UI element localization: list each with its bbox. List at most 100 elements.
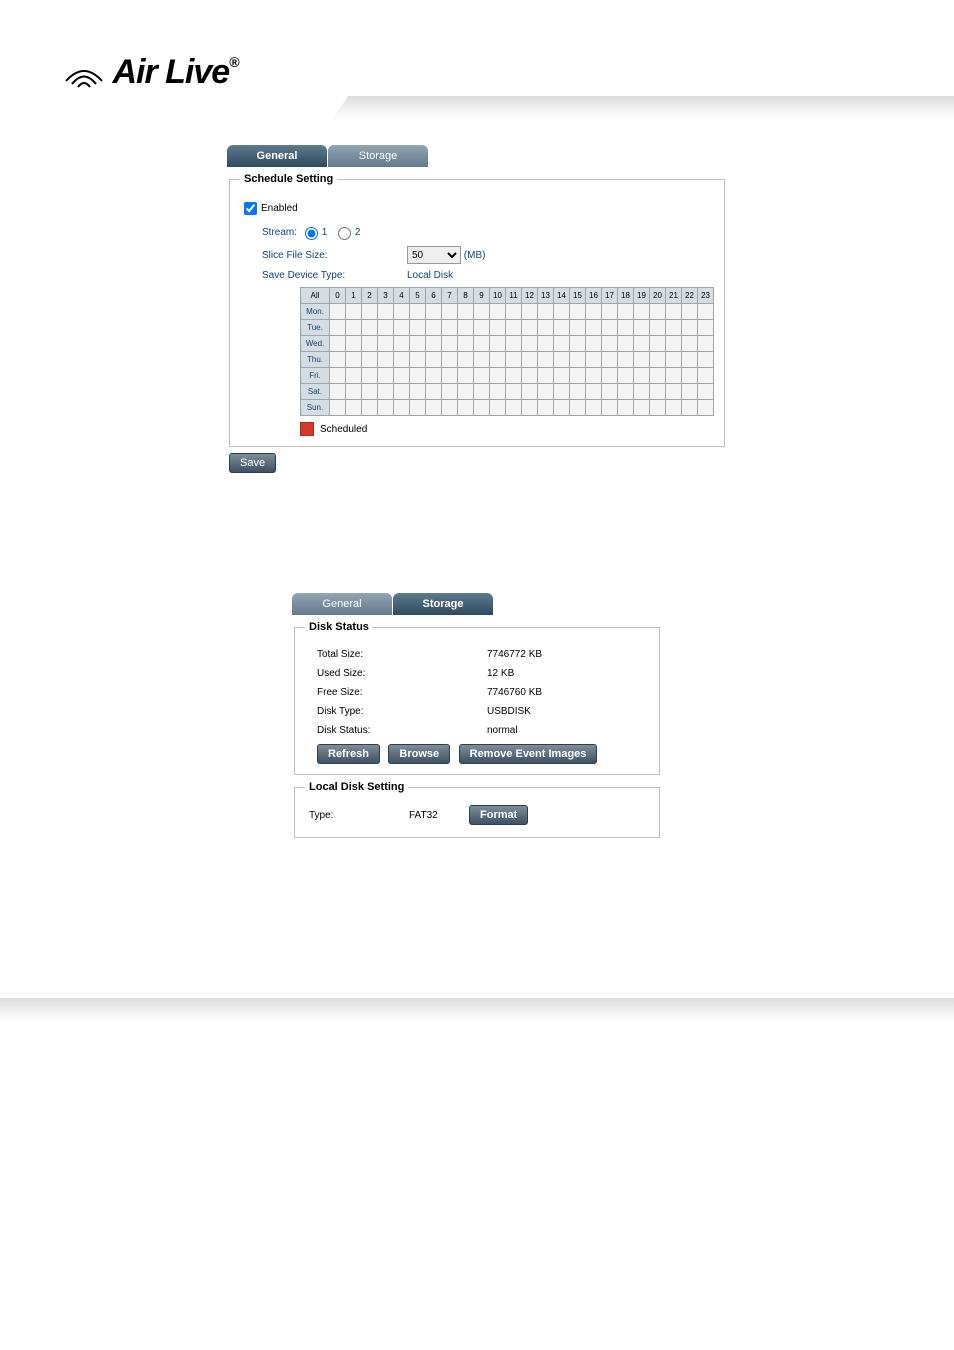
schedule-header-19[interactable]: 19 — [634, 288, 650, 304]
schedule-header-20[interactable]: 20 — [650, 288, 666, 304]
schedule-header-18[interactable]: 18 — [618, 288, 634, 304]
schedule-cell[interactable] — [554, 304, 570, 320]
schedule-cell[interactable] — [522, 400, 538, 416]
schedule-cell[interactable] — [634, 304, 650, 320]
schedule-cell[interactable] — [330, 336, 346, 352]
schedule-cell[interactable] — [346, 336, 362, 352]
schedule-cell[interactable] — [426, 336, 442, 352]
schedule-header-21[interactable]: 21 — [666, 288, 682, 304]
schedule-cell[interactable] — [490, 336, 506, 352]
schedule-cell[interactable] — [538, 384, 554, 400]
schedule-day-mon[interactable]: Mon. — [301, 304, 330, 320]
schedule-cell[interactable] — [362, 352, 378, 368]
schedule-cell[interactable] — [330, 384, 346, 400]
schedule-cell[interactable] — [330, 320, 346, 336]
schedule-cell[interactable] — [602, 336, 618, 352]
schedule-cell[interactable] — [538, 320, 554, 336]
format-button[interactable]: Format — [469, 805, 528, 825]
schedule-cell[interactable] — [554, 320, 570, 336]
schedule-cell[interactable] — [634, 336, 650, 352]
schedule-cell[interactable] — [362, 304, 378, 320]
schedule-cell[interactable] — [362, 320, 378, 336]
schedule-cell[interactable] — [618, 320, 634, 336]
schedule-header-22[interactable]: 22 — [682, 288, 698, 304]
schedule-cell[interactable] — [586, 384, 602, 400]
schedule-cell[interactable] — [634, 320, 650, 336]
refresh-button[interactable]: Refresh — [317, 744, 380, 764]
schedule-header-15[interactable]: 15 — [570, 288, 586, 304]
schedule-cell[interactable] — [618, 352, 634, 368]
schedule-cell[interactable] — [426, 368, 442, 384]
schedule-cell[interactable] — [490, 320, 506, 336]
schedule-header-17[interactable]: 17 — [602, 288, 618, 304]
schedule-cell[interactable] — [538, 336, 554, 352]
tab-storage-2[interactable]: Storage — [393, 593, 493, 615]
schedule-header-13[interactable]: 13 — [538, 288, 554, 304]
schedule-header-10[interactable]: 10 — [490, 288, 506, 304]
schedule-cell[interactable] — [650, 320, 666, 336]
schedule-cell[interactable] — [602, 400, 618, 416]
schedule-cell[interactable] — [442, 368, 458, 384]
schedule-cell[interactable] — [506, 352, 522, 368]
schedule-cell[interactable] — [474, 400, 490, 416]
schedule-cell[interactable] — [378, 400, 394, 416]
schedule-cell[interactable] — [682, 336, 698, 352]
schedule-header-23[interactable]: 23 — [698, 288, 714, 304]
schedule-cell[interactable] — [426, 320, 442, 336]
schedule-cell[interactable] — [618, 384, 634, 400]
schedule-cell[interactable] — [410, 384, 426, 400]
schedule-cell[interactable] — [442, 400, 458, 416]
schedule-cell[interactable] — [330, 352, 346, 368]
schedule-cell[interactable] — [458, 352, 474, 368]
schedule-cell[interactable] — [490, 352, 506, 368]
schedule-cell[interactable] — [698, 352, 714, 368]
schedule-cell[interactable] — [522, 320, 538, 336]
schedule-cell[interactable] — [554, 336, 570, 352]
schedule-cell[interactable] — [458, 320, 474, 336]
schedule-cell[interactable] — [666, 400, 682, 416]
schedule-cell[interactable] — [490, 368, 506, 384]
schedule-cell[interactable] — [682, 368, 698, 384]
schedule-cell[interactable] — [506, 384, 522, 400]
schedule-cell[interactable] — [458, 384, 474, 400]
schedule-cell[interactable] — [554, 400, 570, 416]
schedule-header-12[interactable]: 12 — [522, 288, 538, 304]
schedule-cell[interactable] — [650, 304, 666, 320]
schedule-cell[interactable] — [586, 336, 602, 352]
schedule-cell[interactable] — [426, 400, 442, 416]
schedule-cell[interactable] — [378, 384, 394, 400]
schedule-cell[interactable] — [570, 320, 586, 336]
schedule-cell[interactable] — [602, 352, 618, 368]
schedule-cell[interactable] — [410, 368, 426, 384]
save-button[interactable]: Save — [229, 453, 276, 473]
schedule-cell[interactable] — [618, 304, 634, 320]
schedule-cell[interactable] — [506, 320, 522, 336]
schedule-header-14[interactable]: 14 — [554, 288, 570, 304]
schedule-cell[interactable] — [362, 400, 378, 416]
schedule-header-0[interactable]: 0 — [330, 288, 346, 304]
schedule-cell[interactable] — [410, 352, 426, 368]
schedule-cell[interactable] — [378, 336, 394, 352]
schedule-cell[interactable] — [522, 352, 538, 368]
schedule-cell[interactable] — [394, 352, 410, 368]
schedule-cell[interactable] — [330, 368, 346, 384]
schedule-cell[interactable] — [650, 368, 666, 384]
schedule-cell[interactable] — [394, 400, 410, 416]
tab-storage[interactable]: Storage — [328, 145, 428, 167]
tab-general-2[interactable]: General — [292, 593, 392, 615]
schedule-cell[interactable] — [394, 320, 410, 336]
schedule-cell[interactable] — [602, 304, 618, 320]
schedule-cell[interactable] — [666, 304, 682, 320]
schedule-cell[interactable] — [410, 400, 426, 416]
schedule-cell[interactable] — [538, 304, 554, 320]
schedule-cell[interactable] — [618, 336, 634, 352]
schedule-cell[interactable] — [666, 352, 682, 368]
schedule-cell[interactable] — [602, 384, 618, 400]
schedule-cell[interactable] — [442, 384, 458, 400]
schedule-cell[interactable] — [346, 352, 362, 368]
schedule-cell[interactable] — [602, 320, 618, 336]
schedule-header-4[interactable]: 4 — [394, 288, 410, 304]
schedule-cell[interactable] — [426, 384, 442, 400]
schedule-cell[interactable] — [522, 304, 538, 320]
schedule-cell[interactable] — [522, 368, 538, 384]
